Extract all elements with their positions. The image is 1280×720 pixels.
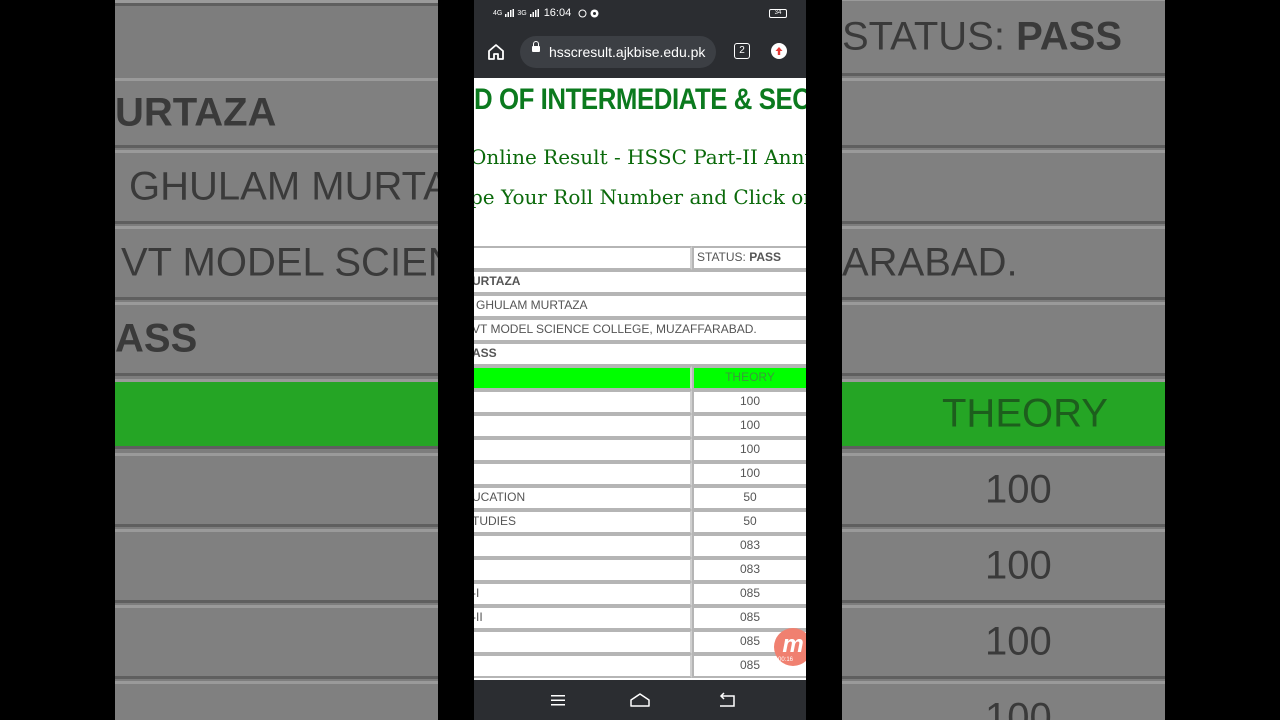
subject-name-cell	[474, 462, 692, 486]
bg-row	[842, 150, 1165, 224]
bg-status-text: STATUS: PASS	[842, 15, 1122, 60]
theory-marks-cell: 083	[692, 534, 806, 558]
signal-icon	[529, 9, 539, 17]
subject-name-cell: UCATION	[474, 486, 692, 510]
bg-row	[115, 453, 438, 527]
subject-name-cell	[474, 534, 692, 558]
bg-row	[842, 78, 1165, 148]
bg-name-text: URTAZA	[115, 90, 277, 135]
bg-value: 100	[985, 467, 1052, 512]
theory-marks-cell: 100	[692, 414, 806, 438]
bg-row: 100	[842, 529, 1165, 603]
recorder-timer: 00:16	[778, 657, 794, 663]
phone-screen: 4G 3G 16:04 34 hsscresult.ajkbise.edu.pk…	[474, 0, 806, 720]
signal-icon	[505, 9, 515, 17]
subject-name-cell: TUDIES	[474, 510, 692, 534]
result-cell: ASS	[474, 342, 806, 366]
bg-row	[115, 681, 438, 720]
theory-marks-cell: 083	[692, 558, 806, 582]
college-cell: VT MODEL SCIENCE COLLEGE, MUZAFFARABAD.	[474, 318, 806, 342]
bg-row: ARABAD.	[842, 226, 1165, 300]
roll-number-cell	[474, 246, 692, 270]
lock-icon	[532, 41, 540, 52]
bg-row: 100	[842, 453, 1165, 527]
bg-row: GHULAM MURTA	[115, 150, 438, 224]
bg-status-label: STATUS:	[842, 14, 1017, 59]
back-icon[interactable]	[718, 692, 736, 708]
subject-name-cell	[474, 414, 692, 438]
board-title: D OF INTERMEDIATE & SECONDA	[474, 83, 806, 116]
bg-value: 100	[985, 543, 1052, 588]
bg-row	[115, 0, 438, 6]
result-heading: Online Result - HSSC Part-II Annua	[474, 145, 806, 169]
subject-header	[474, 366, 692, 390]
bg-college-tail: ARABAD.	[842, 240, 1018, 285]
recorder-logo: m	[782, 631, 804, 658]
home-nav-icon[interactable]	[629, 692, 651, 708]
theory-header: THEORY	[692, 366, 806, 390]
subject-name-cell: -I	[474, 582, 692, 606]
bg-row: URTAZA	[115, 78, 438, 148]
bg-row	[842, 302, 1165, 376]
bg-row	[115, 529, 438, 603]
bg-college-text: VT MODEL SCIENC	[121, 240, 438, 285]
subject-name-cell: -II	[474, 606, 692, 630]
bg-row	[115, 605, 438, 679]
tab-switcher-button[interactable]: 2	[734, 43, 750, 59]
bg-status-value: PASS	[1016, 14, 1123, 59]
screen-recorder-bubble[interactable]: m 00:16	[774, 628, 806, 666]
address-bar[interactable]: hsscresult.ajkbise.edu.pk	[520, 36, 716, 68]
theory-marks-cell: 085	[692, 606, 806, 630]
bg-result-text: ASS	[115, 316, 198, 361]
browser-toolbar: hsscresult.ajkbise.edu.pk 2	[474, 26, 806, 78]
web-page: D OF INTERMEDIATE & SECONDA Online Resul…	[474, 78, 806, 680]
instruction-text: pe Your Roll Number and Click or	[474, 185, 806, 209]
status-bar: 4G 3G 16:04 34	[474, 0, 806, 26]
subject-name-cell	[474, 630, 692, 654]
bg-green-row	[115, 379, 438, 449]
clock: 16:04	[543, 7, 572, 19]
subject-name-cell	[474, 558, 692, 582]
status-label: STATUS:	[697, 250, 750, 264]
theory-marks-cell: 085	[692, 582, 806, 606]
bg-row: STATUS: PASS	[842, 0, 1165, 76]
background-left-blur: URTAZA GHULAM MURTA VT MODEL SCIENC ASS	[115, 0, 438, 720]
whatsapp-icon	[578, 9, 587, 17]
messenger-icon	[590, 9, 599, 17]
battery-icon: 34	[769, 9, 787, 18]
home-icon[interactable]	[486, 42, 506, 62]
bg-row: 100	[842, 681, 1165, 720]
bg-row: VT MODEL SCIENC	[115, 226, 438, 300]
bg-theory-header: THEORY	[942, 391, 1108, 436]
bg-father-text: GHULAM MURTA	[129, 164, 438, 209]
bg-green-row: THEORY	[842, 379, 1165, 449]
status-value: PASS	[749, 250, 782, 264]
bg-row: ASS	[115, 302, 438, 376]
status-left: 4G 3G 16:04	[493, 7, 599, 19]
network-3g-indicator: 3G	[517, 9, 527, 17]
bg-value: 100	[985, 619, 1052, 664]
father-name-cell: GHULAM MURTAZA	[474, 294, 806, 318]
update-icon[interactable]	[771, 43, 787, 59]
url-text: hsscresult.ajkbise.edu.pk	[549, 44, 706, 60]
theory-marks-cell: 100	[692, 390, 806, 414]
background-right-blur: STATUS: PASS ARABAD. THEORY 100 100 100 …	[842, 0, 1165, 720]
subject-name-cell	[474, 438, 692, 462]
subject-name-cell	[474, 654, 692, 678]
theory-marks-cell: 50	[692, 510, 806, 534]
theory-marks-cell: 50	[692, 486, 806, 510]
bg-row: 100	[842, 605, 1165, 679]
status-cell: STATUS: PASS	[692, 246, 806, 270]
bg-value: 100	[985, 695, 1052, 720]
menu-icon[interactable]	[550, 692, 566, 708]
student-name-cell: URTAZA	[474, 270, 806, 294]
arrow-up-icon	[775, 47, 783, 55]
theory-marks-cell: 100	[692, 438, 806, 462]
network-4g-indicator: 4G	[493, 9, 503, 17]
subject-name-cell	[474, 390, 692, 414]
theory-marks-cell: 100	[692, 462, 806, 486]
android-nav-bar	[474, 680, 806, 720]
